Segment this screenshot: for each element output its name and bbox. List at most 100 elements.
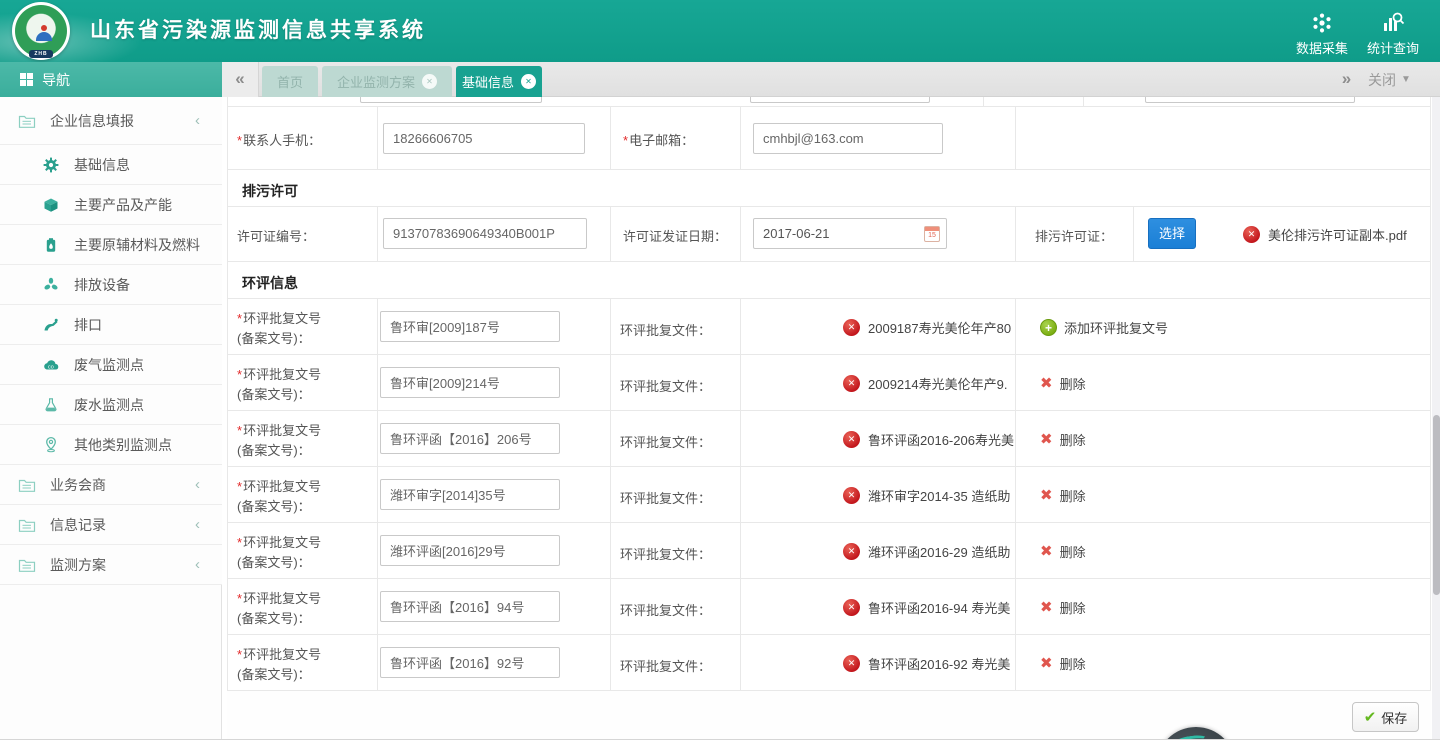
- close-menu-label: 关闭: [1368, 70, 1396, 90]
- file-name[interactable]: 美伦排污许可证副本.pdf: [1268, 225, 1407, 244]
- delete-label: 删除: [1060, 598, 1086, 617]
- phone-input[interactable]: [383, 123, 585, 154]
- delete-row-button[interactable]: ✖ 删除: [1040, 654, 1086, 673]
- header-action-stats-query[interactable]: 统计查询: [1360, 9, 1426, 57]
- tabs-scroll-right-button[interactable]: »: [1328, 62, 1365, 97]
- sidebar-nav: 企业信息填报 ‹ 基础信息 主要产品及产能 主要原辅材料及燃料 排放: [0, 97, 222, 740]
- sidebar-item-label: 主要产品及产能: [74, 195, 172, 215]
- eia-file-link[interactable]: ✕ 潍环审字2014-35 造纸助: [843, 486, 1010, 505]
- eia-doc-no-input[interactable]: [380, 423, 560, 454]
- sidebar-item-raw-materials-fuel[interactable]: 主要原辅材料及燃料: [0, 225, 222, 265]
- delete-row-button[interactable]: ✖ 删除: [1040, 542, 1086, 561]
- nav-header[interactable]: 导航: [0, 62, 222, 97]
- sidebar-item-basic-info[interactable]: 基础信息: [0, 145, 222, 185]
- eia-file-link[interactable]: ✕ 2009214寿光美伦年产9.: [843, 374, 1007, 393]
- eia-doc-no-input[interactable]: [380, 479, 560, 510]
- sidebar-group-business-consult[interactable]: 业务会商 ‹: [0, 465, 222, 505]
- tab-basic-info[interactable]: 基础信息 ✕: [456, 66, 542, 97]
- file-name[interactable]: 鲁环评函2016-94 寿光美: [868, 598, 1010, 617]
- delete-row-button[interactable]: ✖ 删除: [1040, 598, 1086, 617]
- delete-row-button[interactable]: ✖ 删除: [1040, 430, 1086, 449]
- delete-cross-icon: ✖: [1040, 432, 1053, 447]
- remove-file-icon[interactable]: ✕: [843, 655, 860, 672]
- file-name[interactable]: 潍环评函2016-29 造纸助: [868, 542, 1010, 561]
- sidebar-item-outlets[interactable]: 排口: [0, 305, 222, 345]
- scrollbar-thumb[interactable]: [1433, 415, 1440, 595]
- eia-file-link[interactable]: ✕ 鲁环评函2016-94 寿光美: [843, 598, 1010, 617]
- delete-cross-icon: ✖: [1040, 488, 1053, 503]
- sidebar-item-waste-gas-points[interactable]: co 废气监测点: [0, 345, 222, 385]
- eia-doc-no-label-line2: (备案文号)：: [237, 552, 311, 571]
- eia-doc-no-label-line1: *环评批复文号: [237, 308, 321, 327]
- tab-enterprise-monitor-plan[interactable]: 企业监测方案 ✕: [322, 66, 452, 97]
- dots-cluster-icon: [1309, 9, 1335, 35]
- license-no-input[interactable]: [383, 218, 587, 249]
- delete-row-button[interactable]: ✖ 删除: [1040, 374, 1086, 393]
- tab-home[interactable]: 首页: [262, 66, 318, 97]
- tab-close-icon[interactable]: ✕: [521, 74, 536, 89]
- eia-doc-no-input[interactable]: [380, 535, 560, 566]
- sidebar-group-monitor-plan[interactable]: 监测方案 ‹: [0, 545, 222, 585]
- remove-file-icon[interactable]: ✕: [843, 431, 860, 448]
- folder-icon: [18, 517, 36, 533]
- remove-file-icon[interactable]: ✕: [843, 319, 860, 336]
- eia-doc-no-input[interactable]: [380, 647, 560, 678]
- eia-table-row: *环评批复文号 (备案文号)： 环评批复文件： ✕ 2009187寿光美伦年产8…: [227, 299, 1431, 355]
- eia-doc-no-input[interactable]: [380, 367, 560, 398]
- sidebar-item-waste-water-points[interactable]: 废水监测点: [0, 385, 222, 425]
- eia-file-link[interactable]: ✕ 潍环评函2016-29 造纸助: [843, 542, 1010, 561]
- remove-file-icon[interactable]: ✕: [843, 487, 860, 504]
- save-button[interactable]: ✔ 保存: [1352, 702, 1419, 732]
- form-row-contact: *联系人手机： *电子邮箱：: [227, 107, 1431, 170]
- sidebar-group-info-records[interactable]: 信息记录 ‹: [0, 505, 222, 545]
- header-action-data-collect[interactable]: 数据采集: [1289, 9, 1355, 57]
- delete-label: 删除: [1060, 542, 1086, 561]
- form-row-permit: 许可证编号： 许可证发证日期： 2017-06-21 15 排污许可证： 选择 …: [227, 207, 1431, 262]
- file-name[interactable]: 2009187寿光美伦年产80: [868, 318, 1011, 337]
- eia-doc-no-input[interactable]: [380, 591, 560, 622]
- tab-label: 基础信息: [462, 72, 514, 91]
- choose-file-button[interactable]: 选择: [1148, 218, 1196, 249]
- partial-input[interactable]: [360, 97, 542, 103]
- file-name[interactable]: 潍环审字2014-35 造纸助: [868, 486, 1010, 505]
- permit-file-link[interactable]: ✕ 美伦排污许可证副本.pdf: [1243, 225, 1407, 244]
- sidebar-group-enterprise-info[interactable]: 企业信息填报 ‹: [0, 97, 222, 145]
- chevron-left-icon: ‹: [195, 476, 200, 493]
- sidebar-item-emission-equipment[interactable]: 排放设备: [0, 265, 222, 305]
- remove-file-icon[interactable]: ✕: [843, 599, 860, 616]
- svg-text:co: co: [48, 364, 54, 370]
- eia-doc-no-label-line1: *环评批复文号: [237, 532, 321, 551]
- remove-file-icon[interactable]: ✕: [843, 375, 860, 392]
- app-window: ZHB 山东省污染源监测信息共享系统 数据采集: [0, 0, 1440, 740]
- partial-input[interactable]: [1145, 97, 1355, 103]
- eia-file-link[interactable]: ✕ 2009187寿光美伦年产80: [843, 318, 1011, 337]
- eia-doc-no-label-line2: (备案文号)：: [237, 384, 311, 403]
- file-name[interactable]: 2009214寿光美伦年产9.: [868, 374, 1007, 393]
- eia-doc-no-label-line2: (备案文号)：: [237, 664, 311, 683]
- add-eia-doc-button[interactable]: + 添加环评批复文号: [1040, 318, 1168, 337]
- app-logo: ZHB: [12, 2, 70, 60]
- eia-file-link[interactable]: ✕ 鲁环评函2016-92 寿光美: [843, 654, 1010, 673]
- eia-file-link[interactable]: ✕ 鲁环评函2016-206寿光美: [843, 430, 1014, 449]
- remove-file-icon[interactable]: ✕: [1243, 226, 1260, 243]
- tab-close-icon[interactable]: ✕: [422, 74, 437, 89]
- eia-doc-no-input[interactable]: [380, 311, 560, 342]
- file-name[interactable]: 鲁环评函2016-206寿光美: [868, 430, 1014, 449]
- file-name[interactable]: 鲁环评函2016-92 寿光美: [868, 654, 1010, 673]
- tabs-scroll-left-button[interactable]: «: [222, 62, 259, 97]
- sidebar-item-products-capacity[interactable]: 主要产品及产能: [0, 185, 222, 225]
- delete-row-button[interactable]: ✖ 删除: [1040, 486, 1086, 505]
- email-input[interactable]: [753, 123, 943, 154]
- remove-file-icon[interactable]: ✕: [843, 543, 860, 560]
- issue-date-input[interactable]: 2017-06-21 15: [753, 218, 947, 249]
- vertical-scrollbar[interactable]: [1432, 97, 1440, 740]
- app-header: ZHB 山东省污染源监测信息共享系统 数据采集: [0, 0, 1440, 62]
- partial-input[interactable]: [750, 97, 930, 103]
- folder-icon: [18, 557, 36, 573]
- eia-doc-no-label-line1: *环评批复文号: [237, 420, 321, 439]
- section-header-eia: 环评信息: [227, 262, 1431, 299]
- close-tabs-menu[interactable]: 关闭 ▼: [1368, 62, 1411, 97]
- sidebar-item-label: 排口: [74, 315, 102, 335]
- sidebar-item-other-monitor-points[interactable]: 其他类别监测点: [0, 425, 222, 465]
- calendar-icon[interactable]: 15: [924, 226, 940, 242]
